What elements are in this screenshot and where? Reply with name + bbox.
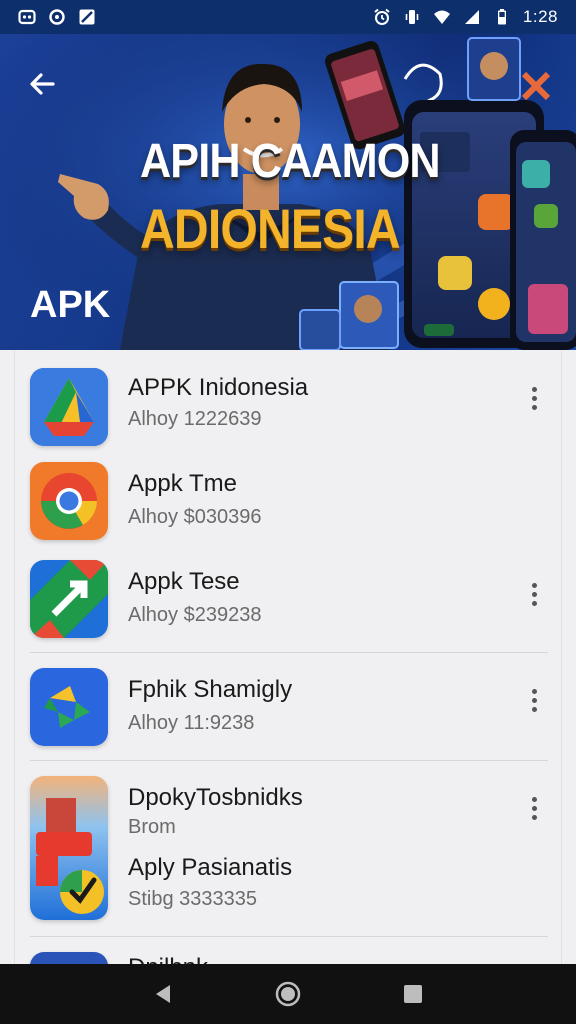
dot-icon [531,805,537,811]
divider [30,936,548,937]
recents-square-icon [404,985,423,1003]
app-subtitle: Stibg 3333335 [128,888,258,910]
notification-circle-icon [49,9,65,25]
battery-icon [497,9,506,25]
app-subtitle: Alhoy $030396 [128,506,262,528]
back-button[interactable] [20,62,64,106]
dot-icon [531,688,537,694]
alarm-icon [374,8,390,25]
drive-icon [30,368,108,446]
back-triangle-icon [155,985,170,1003]
hero-title-line2: ADIONESIA [140,197,401,260]
more-options-button[interactable] [520,378,548,418]
list-item[interactable]: Appk Tme Alhoy $030396 [0,454,576,554]
nav-back-button[interactable] [139,970,187,1018]
hero-title-line1: APIH CAAMON [140,135,441,188]
more-options-button[interactable] [520,788,548,828]
dot-icon [531,395,537,401]
dot-icon [531,386,537,392]
notification-box-icon [18,9,36,25]
app-name: Appk Tese [128,568,240,595]
hero-banner: APIH CAAMON ADIONESIA APK [0,34,576,350]
divider [30,652,548,653]
green-arrow-icon [30,560,108,638]
dot-icon [531,404,537,410]
dot-icon [531,600,537,606]
photos-icon [30,668,108,746]
list-item[interactable]: Dnilbnk [0,938,576,964]
dot-icon [531,796,537,802]
vibrate-icon [405,10,419,24]
hero-apk-label: APK [30,284,111,326]
app-subtitle: Brom [128,816,176,838]
list-item[interactable]: DpokyTosbnidks Brom Aply Pasianatis Stib… [0,762,576,934]
app-name: APPK Inidonesia [128,374,309,401]
status-bar: 1:28 [0,0,576,34]
app-name: DpokyTosbnidks [128,784,303,811]
dot-icon [531,697,537,703]
dot-icon [531,582,537,588]
list-item[interactable]: Appk Tese Alhoy $239238 [0,554,576,654]
status-time: 1:28 [522,7,558,26]
app-subtitle: Alhoy $239238 [128,604,262,626]
app-subtitle: Alhoy 1222639 [128,408,262,430]
navigation-bar [0,964,576,1024]
more-options-button[interactable] [520,574,548,614]
app-name: Aply Pasianatis [128,854,293,881]
dot-icon [531,814,537,820]
status-left-icons [18,8,96,26]
app-name: Appk Tme [128,470,237,497]
arrow-left-icon [30,73,55,95]
nav-home-button[interactable] [264,970,312,1018]
more-options-button[interactable] [520,680,548,720]
blue-app-icon [30,952,108,964]
signal-icon [464,10,479,24]
second-phone-illustration [510,130,576,350]
home-circle-icon [275,981,301,1007]
dot-icon [531,591,537,597]
status-right-icons: 1:28 [373,7,558,27]
divider [30,760,548,761]
list-item[interactable]: APPK Inidonesia Alhoy 1222639 [0,350,576,454]
app-name: Fphik Shamigly [128,676,293,703]
list-item[interactable]: Fphik Shamigly Alhoy 11:9238 [0,654,576,760]
dot-icon [531,706,537,712]
chrome-icon [30,462,108,540]
gallery-icon [79,9,95,25]
app-list: APPK Inidonesia Alhoy 1222639 Appk Tme A… [0,350,576,964]
app-subtitle: Alhoy 11:9238 [128,712,255,734]
wifi-icon [433,10,450,24]
combined-app-icon [30,776,108,920]
nav-recents-button[interactable] [389,970,437,1018]
app-name: Dnilbnk [128,954,208,964]
